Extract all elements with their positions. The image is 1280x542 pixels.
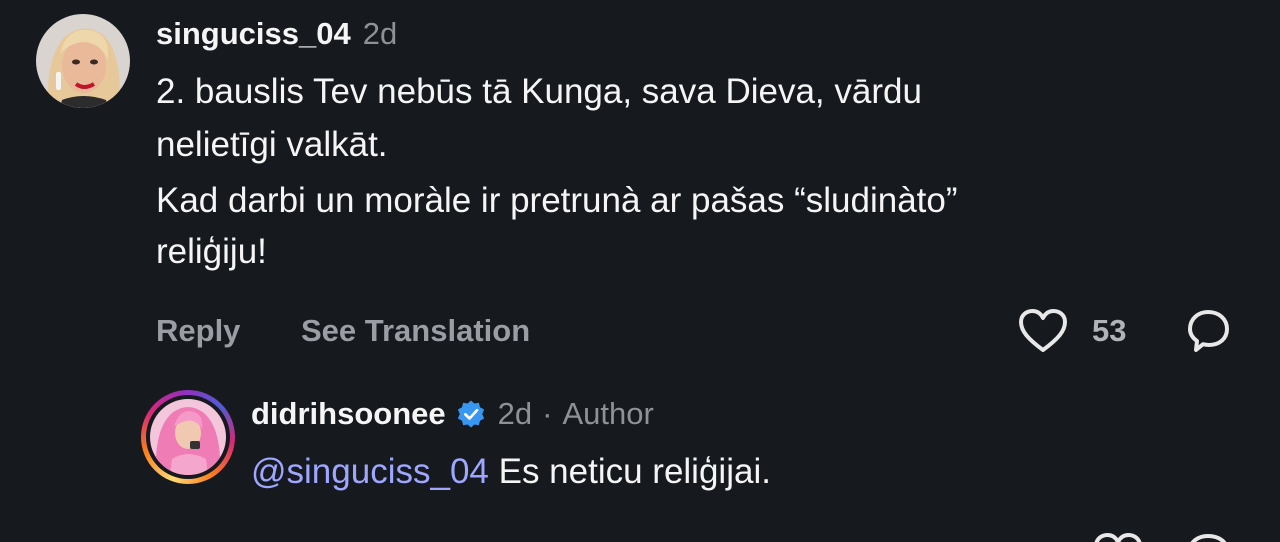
story-ring[interactable] [141, 390, 235, 484]
comment-text-line: 2. bauslis Tev nebūs tā Kunga, sava Diev… [156, 72, 922, 111]
avatar[interactable] [36, 14, 130, 108]
username[interactable]: didrihsoonee [251, 396, 446, 432]
author-label: Author [562, 396, 654, 431]
verified-badge-icon [457, 400, 484, 428]
comment-header: singuciss_04 2d [156, 16, 397, 52]
comment-text-line: @singuciss_04 Es neticu reliģijai. [251, 445, 771, 498]
comment-text-line: nelietīgi valkāt. [156, 125, 388, 164]
avatar[interactable] [150, 399, 226, 475]
meta-separator: · [542, 396, 553, 431]
like-count: 53 [1092, 313, 1127, 348]
mention-link[interactable]: @singuciss_04 [251, 452, 489, 491]
comment-text-line: Kad darbi un moràle ir pretrunà ar pašas… [156, 181, 958, 220]
comment-header: didrihsoonee 2d · Author [251, 396, 654, 432]
timestamp: 2d [497, 396, 533, 431]
avatar-image [150, 399, 226, 475]
comments-thread: singuciss_04 2d 2. bauslis Tev nebūs tā … [0, 0, 1280, 542]
timestamp: 2d [362, 16, 398, 51]
heart-icon[interactable] [1018, 308, 1068, 354]
see-translation-button[interactable]: See Translation [301, 313, 530, 349]
avatar-image [36, 14, 130, 108]
reply-button[interactable]: Reply [156, 313, 240, 349]
chat-bubble-icon[interactable] [1187, 308, 1231, 354]
comment-text-line: reliģiju! [156, 232, 267, 271]
reply-text: Es neticu reliģijai. [488, 452, 771, 491]
heart-icon[interactable] [1093, 532, 1143, 542]
username[interactable]: singuciss_04 [156, 16, 351, 52]
chat-bubble-icon[interactable] [1187, 532, 1231, 542]
